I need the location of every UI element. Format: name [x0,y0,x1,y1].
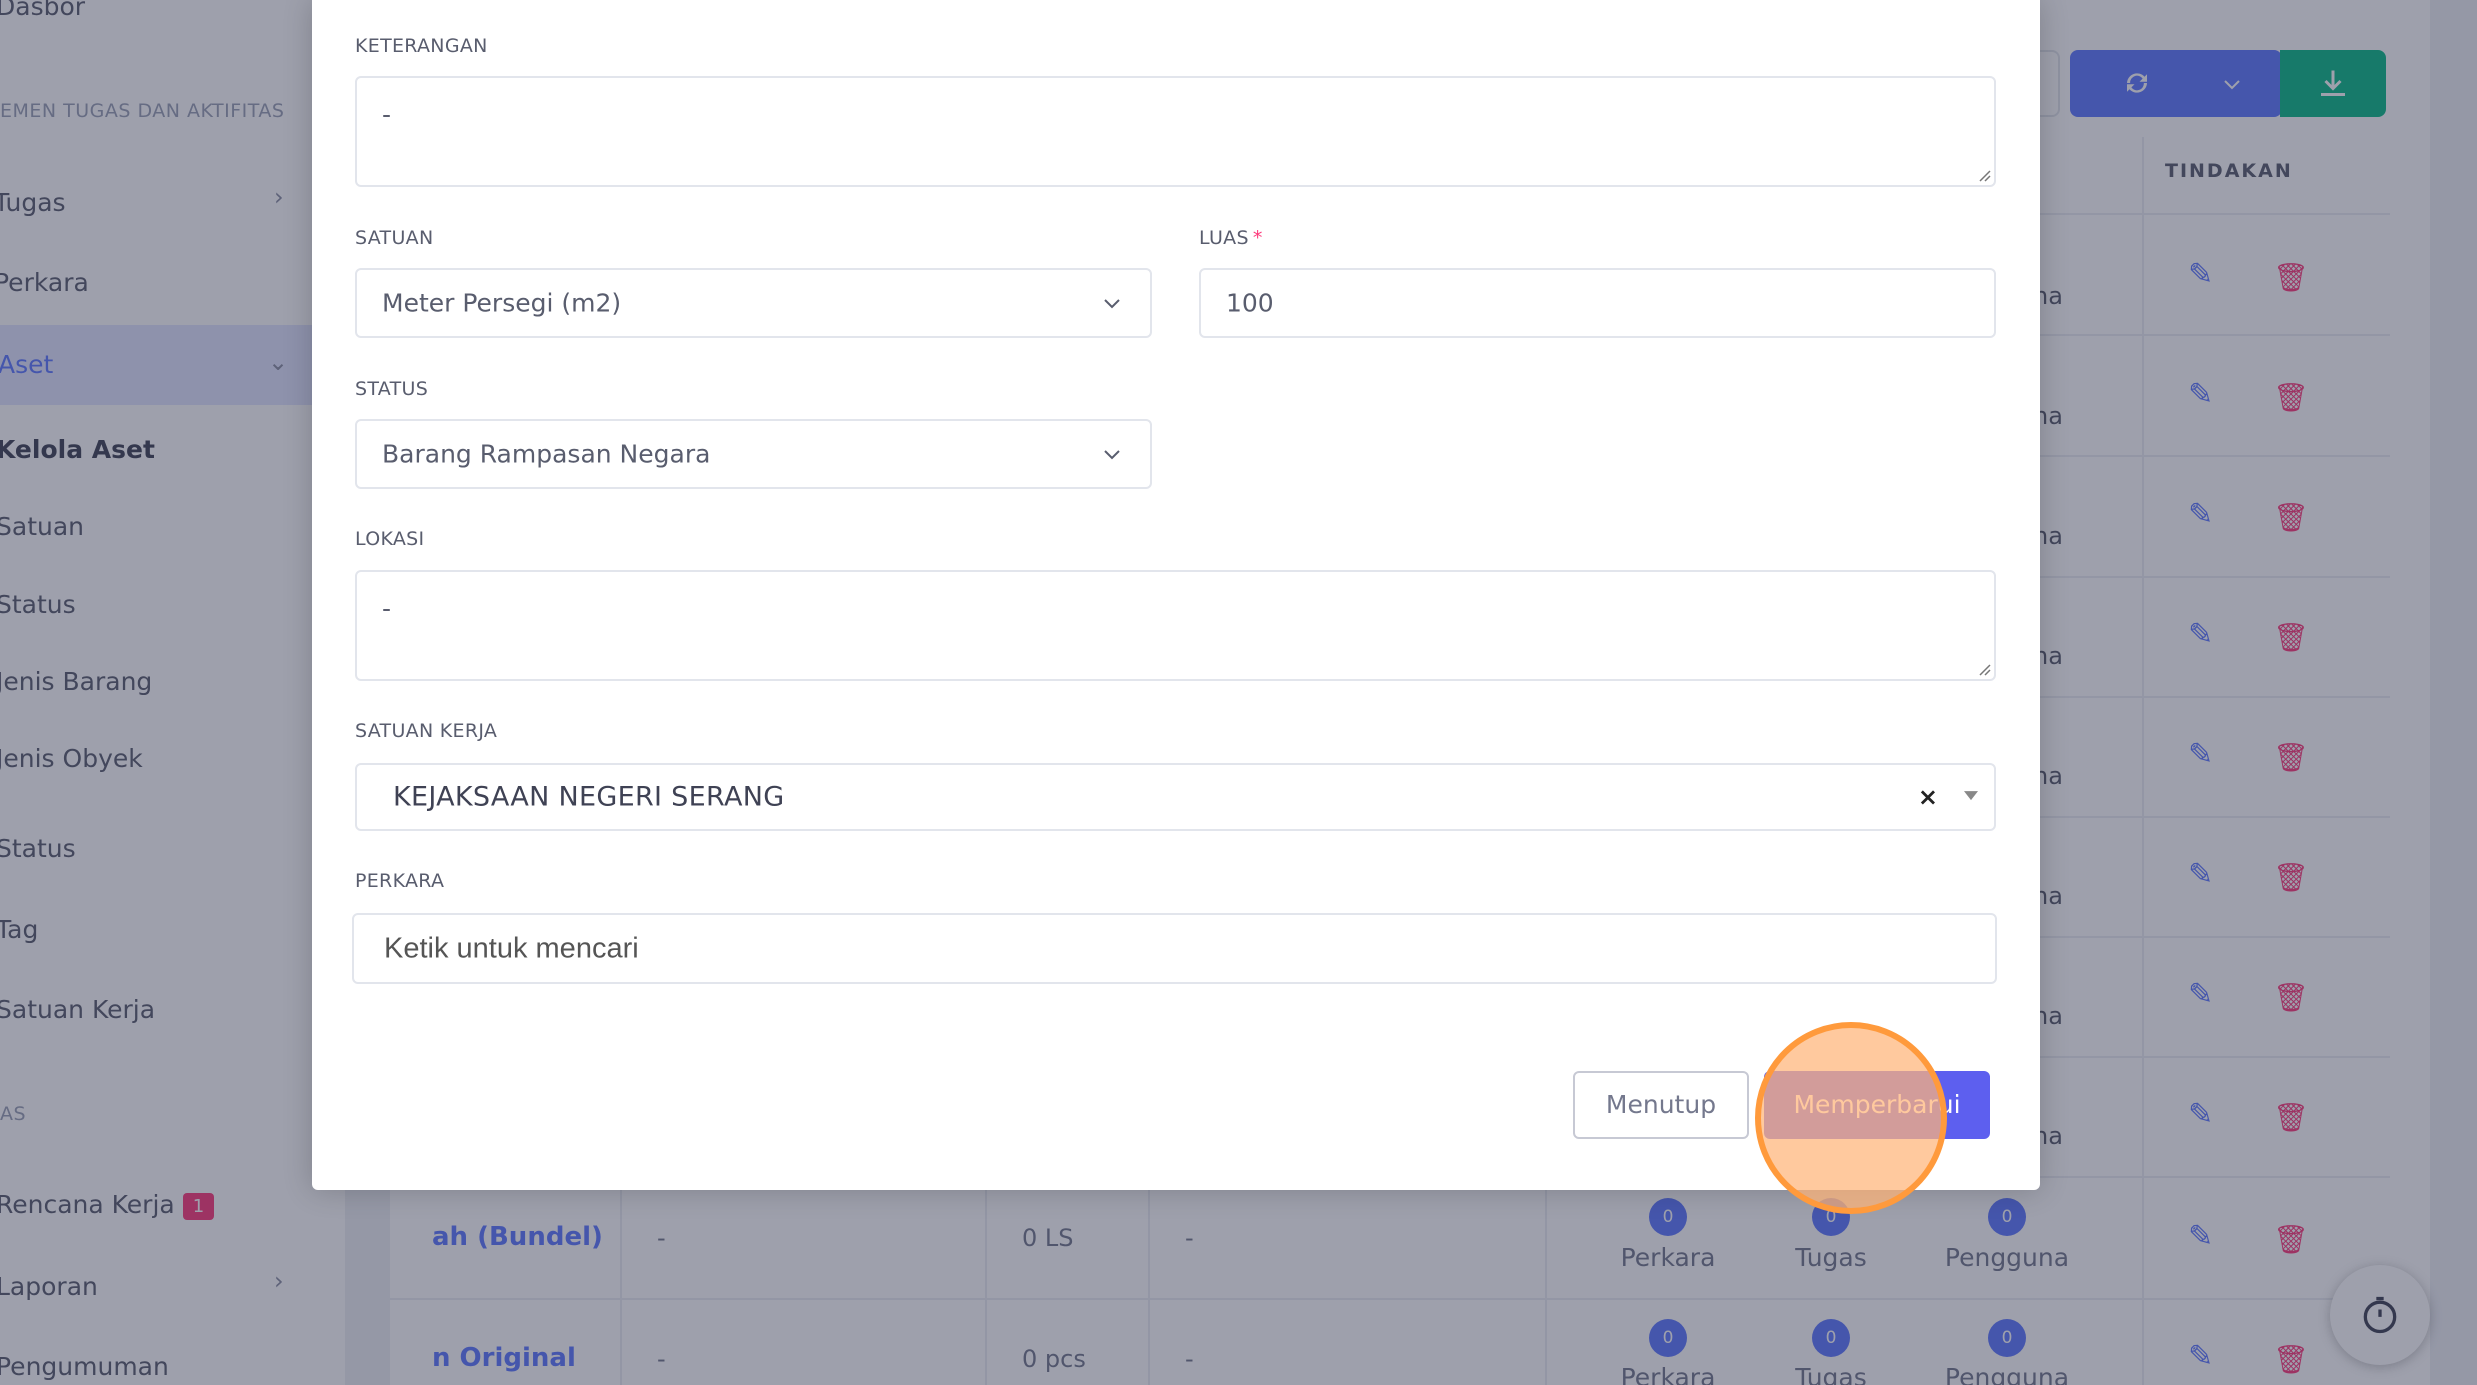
chevron-down-icon [1104,299,1120,309]
luas-label: LUAS * [1199,227,1263,249]
perkara-label: PERKARA [355,870,445,892]
required-mark: * [1252,227,1263,249]
update-button[interactable]: Memperbarui [1764,1071,1990,1139]
keterangan-value: - [382,100,392,129]
close-button[interactable]: Menutup [1573,1071,1749,1139]
lokasi-textarea[interactable]: - [355,570,1996,681]
dropdown-arrow-icon[interactable] [1964,791,1978,801]
status-selected-value: Barang Rampasan Negara [382,439,711,469]
luas-value: 100 [1226,288,1274,318]
lokasi-label: LOKASI [355,528,425,550]
resize-grip-icon[interactable] [1977,168,1991,182]
resize-grip-icon[interactable] [1977,662,1991,676]
perkara-search-placeholder: Ketik untuk mencari [384,932,639,964]
satuan-kerja-selected-value: KEJAKSAAN NEGERI SERANG [393,781,785,813]
perkara-search-input[interactable]: Ketik untuk mencari [352,913,1997,984]
luas-input[interactable]: 100 [1199,268,1996,338]
lokasi-value: - [382,594,392,623]
satuan-label: SATUAN [355,227,434,249]
satuan-kerja-select[interactable]: KEJAKSAAN NEGERI SERANG × [355,763,1996,831]
keterangan-textarea[interactable]: - [355,76,1996,187]
keterangan-label: KETERANGAN [355,35,488,57]
satuan-kerja-label: SATUAN KERJA [355,720,498,742]
clear-icon[interactable]: × [1918,783,1938,811]
satuan-select[interactable]: Meter Persegi (m2) [355,268,1152,338]
status-label: STATUS [355,378,429,400]
chevron-down-icon [1104,450,1120,460]
luas-label-text: LUAS [1199,227,1249,249]
status-select[interactable]: Barang Rampasan Negara [355,419,1152,489]
satuan-selected-value: Meter Persegi (m2) [382,288,622,318]
edit-asset-modal: KETERANGAN - SATUAN Meter Persegi (m2) L… [312,0,2040,1190]
